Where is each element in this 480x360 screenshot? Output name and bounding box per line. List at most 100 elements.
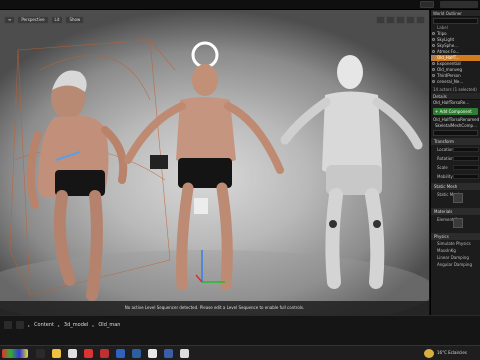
location-property: Location bbox=[431, 145, 480, 154]
search-icon[interactable] bbox=[36, 349, 45, 358]
editor-tab[interactable] bbox=[420, 1, 434, 8]
add-component-button[interactable]: + Add Component bbox=[433, 108, 478, 115]
outliner-item-label: ceneral_Ne... bbox=[437, 79, 464, 84]
rotation-property: Rotation bbox=[431, 154, 480, 163]
breadcrumb-3d-model[interactable]: 3d_model bbox=[64, 322, 88, 328]
mobility-toggle[interactable] bbox=[453, 174, 479, 179]
rotate-tool-icon[interactable] bbox=[386, 16, 395, 24]
visibility-eye-icon[interactable] bbox=[432, 74, 435, 77]
outliner-item-label: Tripo bbox=[437, 31, 447, 36]
mobility-label: Mobility bbox=[437, 174, 453, 179]
breadcrumb-old-man[interactable]: Old_man bbox=[98, 322, 120, 328]
details-search-input[interactable] bbox=[433, 130, 478, 136]
perspective-label: Perspective bbox=[21, 17, 45, 22]
window-controls[interactable] bbox=[440, 1, 478, 8]
scale-property: Scale bbox=[431, 163, 480, 172]
show-button[interactable]: Show bbox=[65, 16, 85, 24]
lit-button[interactable]: Lit bbox=[50, 16, 64, 24]
app-icon[interactable] bbox=[180, 349, 189, 358]
translate-tool-icon[interactable] bbox=[376, 16, 385, 24]
mesh-thumbnail[interactable] bbox=[453, 193, 463, 203]
back-arrow-icon[interactable] bbox=[4, 321, 12, 329]
tab-details[interactable]: Details bbox=[431, 93, 480, 100]
tab-world-outliner[interactable]: World Outliner bbox=[431, 10, 480, 17]
visibility-eye-icon[interactable] bbox=[432, 50, 435, 53]
unreal-engine-icon[interactable] bbox=[148, 349, 157, 358]
center-man-figure bbox=[124, 41, 284, 291]
photoshop-icon[interactable] bbox=[132, 349, 141, 358]
simulate-physics-property[interactable]: Simulate Physics bbox=[431, 240, 480, 247]
component-child[interactable]: SkeletalMeshComp... bbox=[431, 123, 480, 129]
actor-name-field[interactable]: Old_HalfTorsoRe... bbox=[431, 100, 480, 106]
chevron-right-icon: ▸ bbox=[92, 322, 95, 328]
forward-arrow-icon[interactable] bbox=[16, 321, 24, 329]
show-label: Show bbox=[69, 17, 81, 22]
content-browser: ▸ Content ▸ 3d_model ▸ Old_man bbox=[0, 315, 480, 345]
angular-damping-property[interactable]: Angular Damping bbox=[431, 261, 480, 268]
start-logo-icon[interactable] bbox=[2, 349, 28, 358]
mass-property[interactable]: MassInKg bbox=[431, 247, 480, 254]
outliner-item[interactable]: ceneral_Ne... bbox=[431, 79, 480, 85]
rotation-label: Rotation bbox=[437, 156, 454, 161]
viewport-toolbar: ≡ Perspective Lit Show bbox=[4, 16, 85, 24]
mobility-property: Mobility bbox=[431, 172, 480, 181]
visibility-eye-icon[interactable] bbox=[432, 62, 435, 65]
location-label: Location bbox=[437, 147, 454, 152]
menu-icon: ≡ bbox=[8, 17, 12, 22]
visibility-eye-icon[interactable] bbox=[432, 80, 435, 83]
outliner-item-label: SkySphe... bbox=[437, 43, 458, 48]
scale-tool-icon[interactable] bbox=[396, 16, 405, 24]
visibility-eye-icon[interactable] bbox=[432, 32, 435, 35]
sequencer-status-text: No active Level Sequencer detected. Plea… bbox=[124, 305, 305, 310]
weather-icon bbox=[424, 349, 434, 358]
level-viewport[interactable]: ≡ Perspective Lit Show No active Level S… bbox=[0, 10, 429, 315]
scale-label: Scale bbox=[437, 165, 448, 170]
rotation-value-field[interactable] bbox=[453, 156, 479, 161]
material-thumbnail[interactable] bbox=[453, 218, 463, 228]
lit-label: Lit bbox=[54, 17, 60, 22]
outliner-item-label: ThirdPerson bbox=[437, 73, 461, 78]
windows-taskbar: 16°C Eclaircies bbox=[0, 345, 480, 360]
right-panel: World Outliner Label Tripo SkyLight SkyS… bbox=[430, 10, 480, 315]
scale-value-field[interactable] bbox=[453, 165, 479, 170]
breadcrumb: ▸ Content ▸ 3d_model ▸ Old_man bbox=[4, 320, 120, 330]
visibility-eye-icon[interactable] bbox=[432, 44, 435, 47]
linear-damping-property[interactable]: Linear Damping bbox=[431, 254, 480, 261]
visibility-eye-icon[interactable] bbox=[432, 56, 435, 59]
static-mesh-property: Static Mesh bbox=[431, 190, 480, 206]
viewport-menu-button[interactable]: ≡ bbox=[4, 16, 16, 24]
actor-count: 14 actors (1 selected) bbox=[433, 87, 477, 92]
file-explorer-icon[interactable] bbox=[52, 349, 61, 358]
physics-section-header[interactable]: Physics bbox=[431, 233, 480, 240]
weather-text: 16°C Eclaircies bbox=[437, 350, 467, 355]
perspective-button[interactable]: Perspective bbox=[17, 16, 49, 24]
app-icon[interactable] bbox=[68, 349, 77, 358]
location-value-field[interactable] bbox=[453, 147, 479, 152]
editor-title-bar bbox=[0, 0, 480, 10]
sequencer-status-bar: No active Level Sequencer detected. Plea… bbox=[0, 301, 429, 315]
outliner-item-label: Exponential bbox=[437, 61, 461, 66]
outliner-item-label: Old_HalfT... bbox=[437, 55, 460, 60]
materials-section-header[interactable]: Materials bbox=[431, 208, 480, 215]
media-icon[interactable] bbox=[100, 349, 109, 358]
outliner-search-input[interactable] bbox=[433, 18, 478, 24]
transform-tools bbox=[376, 16, 425, 24]
snap-grid-icon[interactable] bbox=[406, 16, 415, 24]
breadcrumb-content[interactable]: Content bbox=[34, 322, 54, 328]
material-element-property: Element 0 bbox=[431, 215, 480, 231]
app-icon[interactable] bbox=[164, 349, 173, 358]
visibility-eye-icon[interactable] bbox=[432, 38, 435, 41]
folder-icon: ▸ bbox=[28, 322, 31, 328]
visibility-eye-icon[interactable] bbox=[432, 68, 435, 71]
outliner-list: Tripo SkyLight SkySphe... Atmos Fo... Ol… bbox=[431, 31, 480, 85]
static-mesh-section-header[interactable]: Static Mesh bbox=[431, 183, 480, 190]
outliner-item-label: Atmos Fo... bbox=[437, 49, 460, 54]
camera-speed-icon[interactable] bbox=[416, 16, 425, 24]
transform-section-header[interactable]: Transform bbox=[431, 138, 480, 145]
chevron-right-icon: ▸ bbox=[57, 322, 60, 328]
word-icon[interactable] bbox=[116, 349, 125, 358]
browser-icon[interactable] bbox=[84, 349, 93, 358]
outliner-item-label: Old_manveg bbox=[437, 67, 463, 72]
mannequin-figure bbox=[280, 55, 423, 289]
outliner-item-label: SkyLight bbox=[437, 37, 455, 42]
